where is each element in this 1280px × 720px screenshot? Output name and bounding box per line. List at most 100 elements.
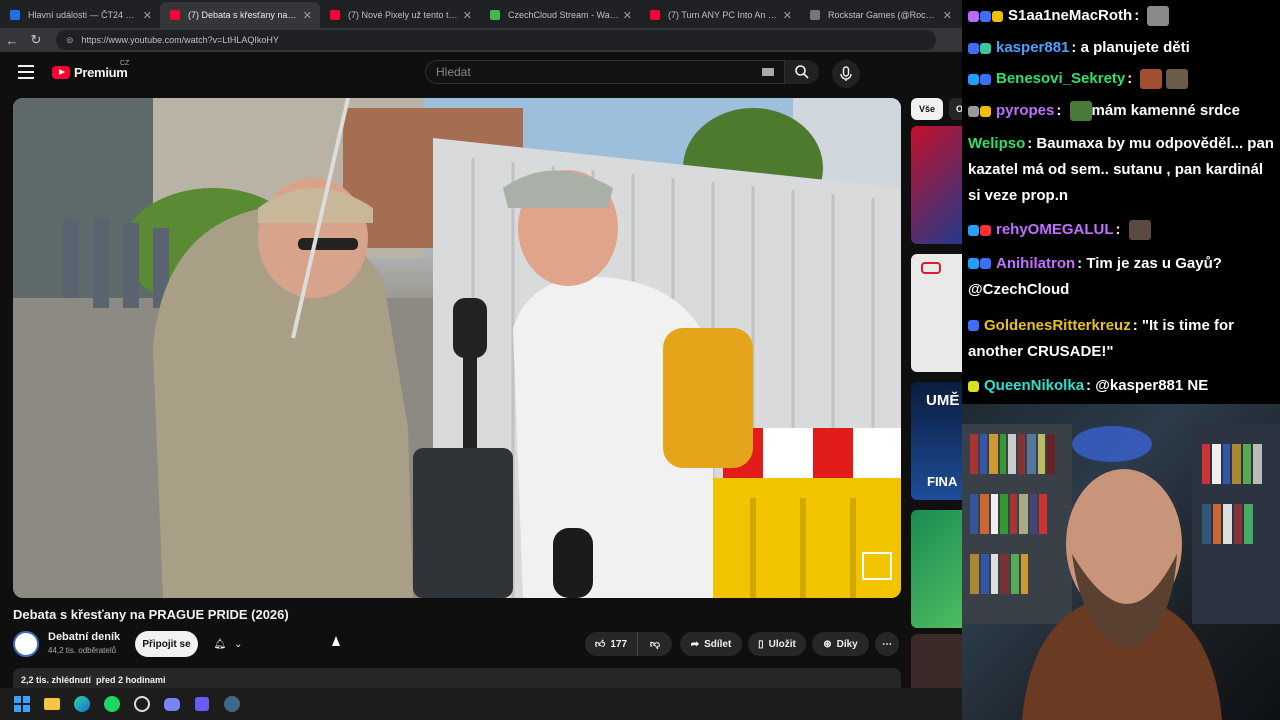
channel-name[interactable]: Debatní deník — [48, 631, 120, 643]
voice-search-button[interactable] — [832, 60, 860, 88]
recommended-thumbnail[interactable] — [911, 634, 962, 688]
tab-close-icon[interactable]: ✕ — [143, 9, 152, 22]
site-info-icon[interactable]: ⊜ — [66, 35, 74, 46]
tab-close-icon[interactable]: ✕ — [943, 9, 952, 22]
chat-message: rehyOMEGALUL: — [968, 214, 1274, 246]
discord-icon[interactable] — [160, 692, 184, 716]
windows-start-icon[interactable] — [10, 692, 34, 716]
notification-button[interactable]: 🔔︎ ⌄ — [204, 631, 252, 657]
badge-icon — [980, 225, 991, 237]
search-input[interactable]: Hledat — [425, 60, 785, 84]
chat-username[interactable]: rehyOMEGALUL — [996, 221, 1114, 238]
chat-username[interactable]: kasper881 — [996, 39, 1069, 56]
chat-username[interactable]: GoldenesRitterkreuz — [984, 317, 1131, 334]
user-badges-icon — [968, 370, 980, 401]
channel-avatar[interactable] — [13, 631, 39, 657]
reload-icon[interactable]: ↻ — [24, 28, 48, 52]
keyboard-icon[interactable] — [762, 68, 774, 76]
recommended-thumbnail[interactable] — [911, 254, 962, 372]
webcam-image — [962, 424, 1280, 720]
chat-separator: : — [1134, 7, 1144, 24]
tab-close-icon[interactable]: ✕ — [783, 9, 792, 22]
browser-window: Hlavní události — ČT24 — Česká t✕ (7) De… — [0, 0, 962, 688]
chat-separator: : — [1127, 70, 1137, 88]
recommended-thumbnail[interactable] — [911, 510, 962, 628]
recommended-thumbnail-badge — [921, 262, 941, 274]
chat-message: kasper881: a planujete děti — [968, 32, 1274, 64]
chat-emote-icon — [1140, 69, 1163, 90]
x-favicon-icon — [810, 10, 820, 20]
chat-username[interactable]: QueenNikolka — [984, 377, 1084, 394]
chat-username[interactable]: Welipso — [968, 135, 1025, 152]
search-button[interactable] — [785, 60, 819, 84]
spotify-icon[interactable] — [100, 692, 124, 716]
save-button[interactable]: ▯ Uložit — [748, 632, 806, 656]
chat-message: GoldenesRitterkreuz: "It is time for ano… — [968, 308, 1274, 370]
tab-xbox[interactable]: (7) Turn ANY PC Into An Xbox! HU✕ — [640, 2, 800, 28]
badge-icon — [968, 320, 979, 332]
badge-icon — [980, 258, 991, 270]
tab-close-icon[interactable]: ✕ — [623, 9, 632, 22]
like-button[interactable]: 👍︎ 177 — [585, 632, 637, 656]
thumb-down-icon: 👎︎ — [649, 639, 661, 650]
user-badges-icon — [968, 32, 992, 63]
tab-youtube-active[interactable]: (7) Debata s křesťany na PRAGUE✕ — [160, 2, 320, 28]
more-actions-button[interactable]: ⋯ — [875, 632, 899, 656]
badge-icon — [980, 74, 991, 86]
chat-separator: : — [1056, 101, 1066, 119]
chat-emote-icon — [1128, 220, 1151, 241]
chat-message: Anihilatron: Tim je zas u Gayů? @CzechCl… — [968, 246, 1274, 308]
chat-message: Welipso: Baumaxa by mu odpověděl... pan … — [968, 126, 1274, 214]
chat-emote-icon — [1147, 6, 1170, 27]
chip-all[interactable]: Vše — [911, 98, 943, 120]
youtube-favicon-icon — [650, 10, 660, 20]
chat-username[interactable]: S1aa1neMacRoth — [1008, 7, 1132, 24]
kick-favicon-icon — [490, 10, 500, 20]
search-icon — [795, 65, 809, 79]
hamburger-menu-icon[interactable] — [18, 65, 34, 79]
tab-czechcloud[interactable]: CzechCloud Stream - Watch Live o✕ — [480, 2, 640, 28]
back-icon[interactable]: ← — [0, 28, 24, 52]
chat-username[interactable]: Benesovi_Sekrety — [996, 70, 1125, 87]
youtube-premium-logo[interactable]: Premium CZ — [52, 60, 129, 80]
tab-ct24[interactable]: Hlavní události — ČT24 — Česká t✕ — [0, 2, 160, 28]
recommended-thumbnail[interactable] — [911, 126, 962, 244]
chat-emote-icon — [1069, 100, 1092, 121]
tab-close-icon[interactable]: ✕ — [303, 9, 312, 22]
tab-close-icon[interactable]: ✕ — [463, 9, 472, 22]
chat-username[interactable]: Anihilatron — [996, 255, 1075, 272]
chat-separator: : — [1115, 221, 1125, 239]
description-box[interactable]: 2,2 tis. zhlédnutí před 2 hodinami — [13, 668, 901, 688]
badge-icon — [968, 42, 979, 54]
join-button[interactable]: Připojit se — [135, 631, 198, 657]
chat-message: pyropes: mám kamenné srdce — [968, 95, 1274, 127]
chat-separator: : — [1077, 254, 1087, 272]
chat-username[interactable]: pyropes — [996, 102, 1054, 119]
video-frame-image — [13, 98, 901, 598]
thumbnail-text: UMĚ — [926, 392, 960, 409]
badge-icon — [980, 11, 991, 23]
thanks-button[interactable]: ⊛ Díky — [812, 632, 869, 656]
file-explorer-icon[interactable] — [40, 692, 64, 716]
dislike-button[interactable]: 👎︎ — [637, 632, 672, 656]
share-arrow-icon: ➦ — [690, 638, 700, 650]
url-text: https://www.youtube.com/watch?v=LtHLAQIk… — [81, 35, 279, 45]
user-badges-icon — [968, 95, 992, 126]
edge-browser-icon[interactable] — [70, 692, 94, 716]
steam-icon[interactable] — [220, 692, 244, 716]
share-button[interactable]: ➦ Sdílet — [680, 632, 742, 656]
thumb-up-icon: 👍︎ — [594, 639, 606, 650]
obs-icon[interactable] — [130, 692, 154, 716]
recommended-sidebar: Vše O UMĚ FINA — [911, 98, 962, 688]
app-grid-icon[interactable] — [190, 692, 214, 716]
recommended-thumbnail[interactable]: UMĚ FINA — [911, 382, 962, 500]
user-badges-icon — [968, 1, 1004, 32]
tab-rockstar[interactable]: Rockstar Games (@RockstarGam✕ — [800, 2, 960, 28]
badge-icon — [992, 11, 1003, 23]
youtube-play-icon — [52, 65, 70, 79]
video-player[interactable] — [13, 98, 901, 598]
badge-icon — [968, 11, 979, 23]
chip-other[interactable]: O — [949, 98, 962, 120]
tab-pixely[interactable]: (7) Nové Pixely už tento týden.. | R✕ — [320, 2, 480, 28]
url-field[interactable]: ⊜ https://www.youtube.com/watch?v=LtHLAQI… — [56, 30, 936, 50]
